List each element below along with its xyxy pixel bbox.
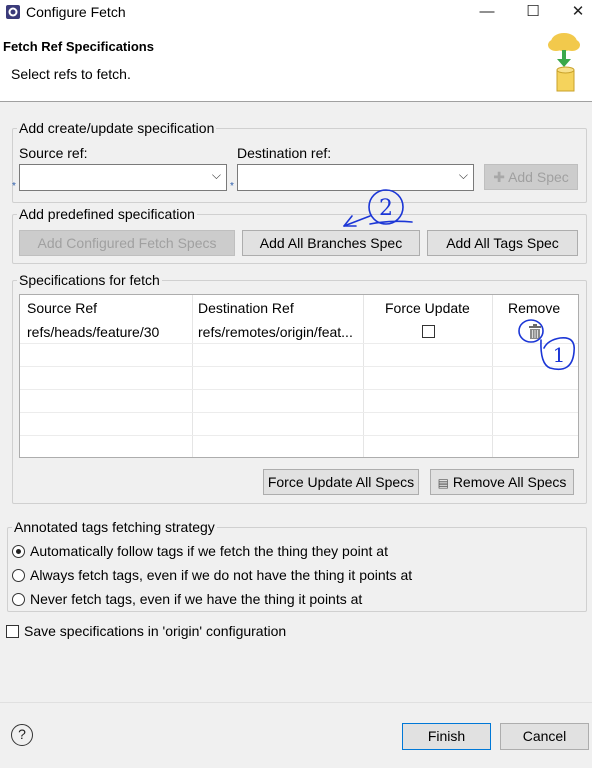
footer-divider: [0, 702, 592, 703]
row-destination-ref[interactable]: refs/remotes/origin/feat...: [191, 321, 363, 344]
remove-all-label: Remove All Specs: [452, 474, 567, 490]
radio-button[interactable]: [12, 568, 25, 582]
help-button[interactable]: ?: [11, 724, 33, 746]
add-all-branches-spec-button[interactable]: Add All Branches Spec: [242, 230, 420, 256]
row-divider: [20, 412, 578, 413]
chevron-down-icon[interactable]: ⌵: [459, 168, 468, 183]
remove-all-specs-button[interactable]: ▤ Remove All Specs: [430, 469, 574, 495]
row-divider: [20, 389, 578, 390]
source-ref-label: Source ref:: [19, 145, 88, 161]
remove-all-icon: ▤: [437, 476, 449, 490]
source-ref-combo[interactable]: ⌵: [19, 164, 227, 191]
annotation-mark-2: 2: [343, 189, 413, 227]
page-title: Fetch Ref Specifications: [3, 39, 154, 54]
required-marker: *: [12, 181, 16, 192]
column-header-source-ref[interactable]: Source Ref: [20, 295, 193, 321]
column-divider: [492, 295, 493, 457]
radio-label: Always fetch tags, even if we do not hav…: [30, 567, 413, 583]
radio-label: Automatically follow tags if we fetch th…: [30, 543, 388, 559]
fetch-specs-table[interactable]: Source Ref Destination Ref Force Update …: [19, 294, 579, 458]
annotation-number: 1: [553, 343, 566, 367]
save-specs-checkbox[interactable]: [6, 624, 19, 638]
finish-button[interactable]: Finish: [402, 723, 491, 750]
save-specs-option[interactable]: Save specifications in 'origin' configur…: [6, 622, 286, 640]
plus-icon: ✚: [493, 169, 505, 185]
add-configured-fetch-specs-button[interactable]: Add Configured Fetch Specs: [19, 230, 235, 256]
fetch-specs-group-label: Specifications for fetch: [17, 272, 162, 288]
force-update-checkbox[interactable]: [422, 325, 435, 338]
maximize-button[interactable]: ☐: [510, 0, 556, 26]
save-specs-label: Save specifications in 'origin' configur…: [24, 623, 287, 639]
radio-label: Never fetch tags, even if we have the th…: [30, 591, 363, 607]
annotation-number: 2: [379, 196, 393, 221]
column-header-force-update[interactable]: Force Update: [378, 295, 488, 321]
annotation-mark-1: 1: [518, 319, 576, 371]
radio-button[interactable]: [12, 544, 25, 558]
wizard-header: Fetch Ref Specifications Select refs to …: [0, 26, 592, 102]
required-marker: *: [230, 181, 234, 192]
chevron-down-icon[interactable]: ⌵: [212, 168, 221, 183]
row-divider: [20, 366, 578, 367]
add-all-tags-spec-button[interactable]: Add All Tags Spec: [427, 230, 578, 256]
column-header-destination-ref[interactable]: Destination Ref: [191, 295, 361, 321]
add-spec-button[interactable]: ✚ Add Spec: [484, 164, 578, 190]
radio-option-never-fetch[interactable]: Never fetch tags, even if we have the th…: [12, 590, 362, 608]
column-divider: [363, 295, 364, 457]
cancel-button[interactable]: Cancel: [500, 723, 589, 750]
force-update-all-specs-button[interactable]: Force Update All Specs: [263, 469, 419, 495]
window-title: Configure Fetch: [26, 4, 126, 20]
create-spec-group-label: Add create/update specification: [17, 120, 217, 136]
row-divider: [20, 435, 578, 436]
radio-option-always-fetch[interactable]: Always fetch tags, even if we do not hav…: [12, 566, 412, 584]
tags-strategy-group-label: Annotated tags fetching strategy: [12, 519, 217, 535]
minimize-button[interactable]: —: [464, 0, 510, 26]
radio-option-auto-follow[interactable]: Automatically follow tags if we fetch th…: [12, 542, 388, 560]
close-button[interactable]: ✕: [555, 0, 592, 26]
fetch-banner-icon: [548, 33, 580, 92]
column-divider: [192, 295, 193, 457]
destination-ref-label: Destination ref:: [237, 145, 332, 161]
predefined-spec-group-label: Add predefined specification: [17, 206, 197, 222]
page-description: Select refs to fetch.: [11, 66, 131, 82]
eclipse-app-icon: [6, 5, 20, 19]
add-spec-label: Add Spec: [508, 169, 569, 185]
row-source-ref[interactable]: refs/heads/feature/30: [20, 321, 192, 344]
radio-button[interactable]: [12, 592, 25, 606]
